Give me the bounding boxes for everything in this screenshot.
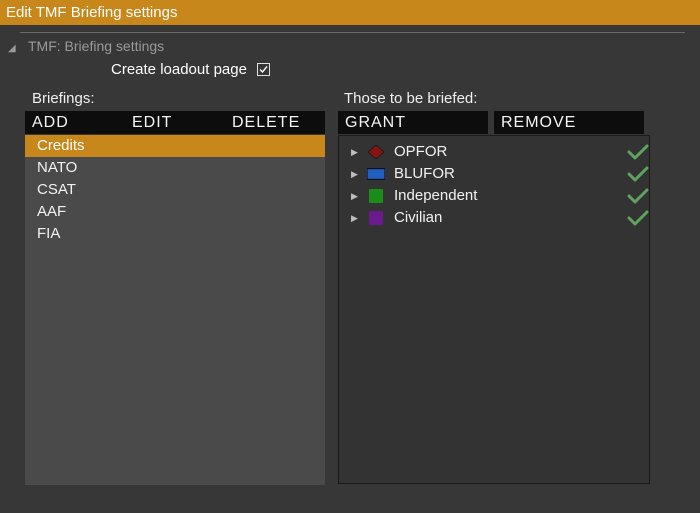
checkmark-icon — [259, 66, 268, 74]
flag-icon — [367, 168, 385, 180]
tree-item-label: Civilian — [394, 209, 443, 226]
expand-arrow-icon[interactable]: ▶ — [351, 141, 358, 163]
edit-button[interactable]: EDIT — [125, 111, 225, 134]
grant-button[interactable]: GRANT — [338, 111, 488, 134]
list-item-nato[interactable]: NATO — [25, 157, 325, 179]
expand-arrow-icon[interactable]: ▶ — [351, 185, 358, 207]
section-divider — [20, 32, 685, 33]
expand-arrow-icon[interactable]: ▶ — [351, 163, 358, 185]
tree-item-opfor[interactable]: ▶ OPFOR — [339, 141, 649, 163]
briefed-tree[interactable]: ▶ OPFOR ▶ BLUFOR ▶ Independent ▶ Civilia… — [338, 135, 650, 484]
list-item-aaf[interactable]: AAF — [25, 201, 325, 223]
loadout-label: Create loadout page — [111, 61, 247, 78]
window-title: Edit TMF Briefing settings — [6, 4, 178, 21]
loadout-row: Create loadout page — [111, 61, 270, 78]
check-icon[interactable] — [627, 165, 649, 183]
briefings-list[interactable]: Credits NATO CSAT AAF FIA — [25, 135, 325, 485]
expand-arrow-icon[interactable]: ▶ — [351, 207, 358, 229]
briefings-toolbar: ADD EDIT DELETE — [25, 111, 325, 134]
list-item-csat[interactable]: CSAT — [25, 179, 325, 201]
tree-item-civilian[interactable]: ▶ Civilian — [339, 207, 649, 229]
section-header[interactable]: ◢ TMF: Briefing settings — [8, 38, 164, 54]
remove-button[interactable]: REMOVE — [494, 111, 644, 134]
check-icon[interactable] — [627, 187, 649, 205]
add-button[interactable]: ADD — [25, 111, 125, 134]
tree-item-independent[interactable]: ▶ Independent — [339, 185, 649, 207]
collapse-triangle-icon[interactable]: ◢ — [8, 43, 22, 54]
square-icon — [369, 211, 383, 225]
delete-button[interactable]: DELETE — [225, 111, 325, 134]
loadout-checkbox[interactable] — [256, 63, 270, 76]
briefed-label: Those to be briefed: — [344, 90, 478, 107]
tree-item-blufor[interactable]: ▶ BLUFOR — [339, 163, 649, 185]
tree-item-label: OPFOR — [394, 143, 448, 160]
briefings-label: Briefings: — [32, 90, 95, 107]
list-item-fia[interactable]: FIA — [25, 223, 325, 245]
tree-item-label: Independent — [394, 187, 478, 204]
check-icon[interactable] — [627, 209, 649, 227]
section-title: TMF: Briefing settings — [28, 38, 165, 54]
tree-item-label: BLUFOR — [394, 165, 455, 182]
diamond-icon — [367, 145, 385, 159]
briefed-toolbar: GRANT REMOVE — [338, 111, 644, 134]
window-title-bar: Edit TMF Briefing settings — [0, 0, 700, 25]
check-icon[interactable] — [627, 143, 649, 161]
list-item-credits[interactable]: Credits — [25, 135, 325, 157]
square-icon — [369, 189, 383, 203]
